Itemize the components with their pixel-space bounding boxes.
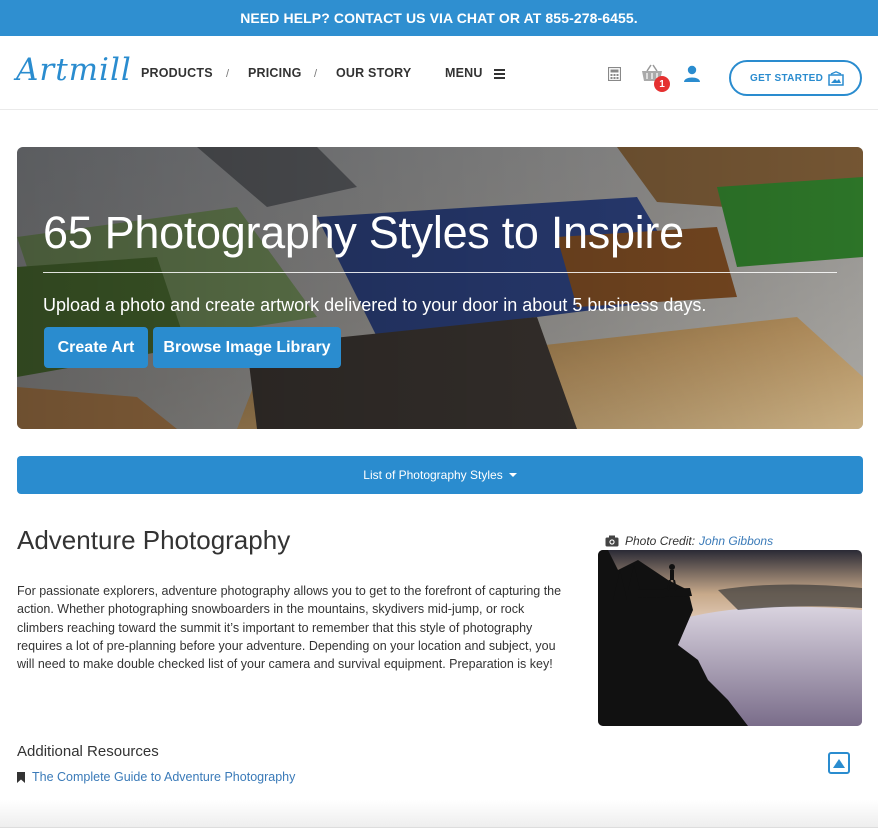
help-banner-text: NEED HELP? CONTACT US VIA CHAT OR AT 855… [240, 10, 638, 26]
resources-title: Additional Resources [17, 743, 159, 760]
get-started-button[interactable]: GET STARTED [729, 60, 862, 96]
adventure-photo [598, 550, 862, 726]
calculator-icon[interactable] [608, 67, 621, 81]
create-art-button[interactable]: Create Art [44, 327, 148, 368]
frame-icon [828, 71, 844, 86]
nav-our-story[interactable]: OUR STORY [336, 66, 411, 80]
hero-divider [43, 272, 837, 273]
artmill-logo[interactable]: Artmill [16, 52, 132, 88]
arrow-up-icon [833, 758, 845, 768]
photo-credit-link[interactable]: John Gibbons [699, 534, 773, 548]
photography-styles-dropdown[interactable]: List of Photography Styles [17, 456, 863, 494]
hero-background-image [17, 147, 863, 429]
hamburger-icon [494, 67, 506, 81]
help-banner: NEED HELP? CONTACT US VIA CHAT OR AT 855… [0, 0, 878, 36]
nav-pricing[interactable]: PRICING [248, 66, 302, 80]
hero-subtitle: Upload a photo and create artwork delive… [43, 295, 707, 315]
nav-separator: / [226, 68, 230, 80]
bookmark-icon [17, 771, 25, 783]
resource-link-label: The Complete Guide to Adventure Photogra… [32, 770, 296, 784]
nav-separator: / [314, 68, 318, 80]
get-started-label: GET STARTED [750, 72, 824, 84]
photo-credit: Photo Credit: John Gibbons [605, 534, 773, 548]
adventure-photo-image [598, 550, 862, 726]
page-bottom-edge [0, 800, 878, 828]
hero-title: 65 Photography Styles to Inspire [43, 207, 684, 258]
nav-menu-label: MENU [445, 66, 483, 80]
nav-products[interactable]: PRODUCTS [141, 66, 213, 80]
resource-link[interactable]: The Complete Guide to Adventure Photogra… [17, 770, 295, 784]
user-icon[interactable] [683, 65, 701, 82]
browse-image-library-button[interactable]: Browse Image Library [153, 327, 341, 368]
hero-banner: 65 Photography Styles to Inspire Upload … [17, 147, 863, 429]
caret-down-icon [508, 473, 517, 477]
scroll-to-top-button[interactable] [828, 752, 850, 774]
photography-styles-label: List of Photography Styles [363, 468, 503, 482]
cart-count-badge: 1 [654, 76, 670, 92]
section-body: For passionate explorers, adventure phot… [17, 584, 562, 672]
nav-menu[interactable]: MENU [445, 66, 506, 81]
camera-icon [605, 535, 619, 547]
section-title: Adventure Photography [17, 525, 291, 555]
photo-credit-label: Photo Credit: [625, 534, 696, 548]
